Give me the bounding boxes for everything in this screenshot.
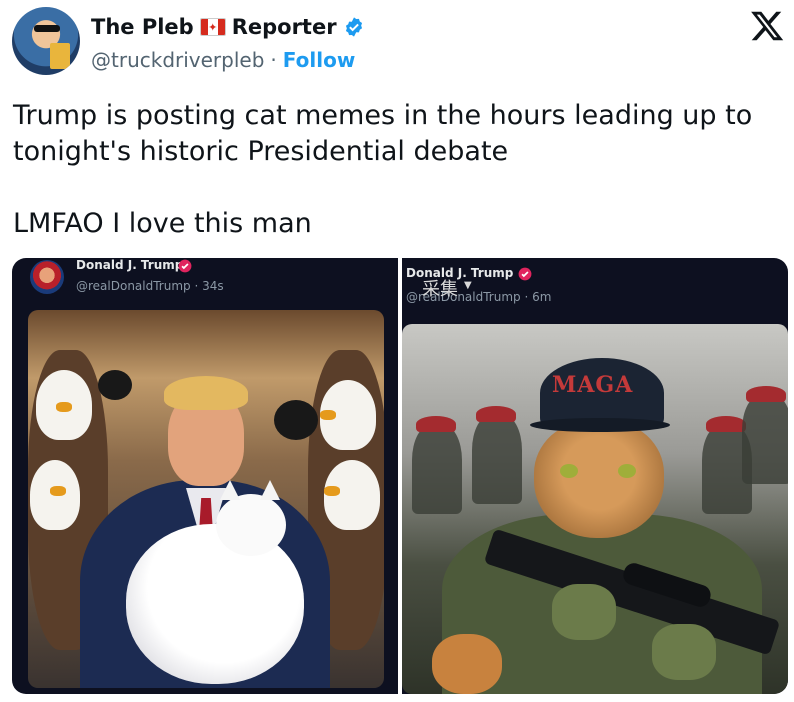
embedded-post-header-right: Donald J. Trump @realDonaldTrump · 6m 采集… [402,258,788,308]
pink-verified-icon [518,267,532,281]
tweet-media-grid[interactable]: Donald J. Trump @realDonaldTrump · 34s D… [12,258,788,694]
tweet-text: Trump is posting cat memes in the hours … [13,100,753,239]
author-badge-label[interactable]: Reporter [232,15,337,39]
pink-verified-icon [178,259,192,273]
tweet-header: The Pleb ✦ Reporter @truckdriverpleb · F… [0,0,794,90]
avatar-sunglasses [34,25,60,32]
author-handle[interactable]: @truckdriverpleb [91,48,264,72]
trump-cat-photo [28,310,384,688]
maga-cap-text: MAGA [552,372,634,398]
embedded-post-header-left: Donald J. Trump @realDonaldTrump · 34s [12,258,398,308]
maga-cat-photo: MAGA [402,324,788,694]
x-logo-icon[interactable] [748,8,786,44]
media-left[interactable]: Donald J. Trump @realDonaldTrump · 34s [12,258,398,694]
embedded-name-left: Donald J. Trump [76,258,184,272]
canada-flag-icon: ✦ [199,18,226,36]
embedded-avatar-left [30,260,64,294]
chevron-down-icon: ▼ [464,280,472,291]
media-right[interactable]: Donald J. Trump @realDonaldTrump · 6m 采集… [402,258,788,694]
verified-badge-icon [345,17,362,37]
author-handle-row: @truckdriverpleb · Follow [91,46,355,74]
separator-dot: · [270,48,277,72]
watermark-text: 采集 [422,279,458,300]
author-display-name[interactable]: The Pleb [91,15,194,39]
embedded-handle-left: @realDonaldTrump · 34s [76,279,224,293]
author-avatar[interactable] [12,7,80,75]
follow-button[interactable]: Follow [283,48,356,72]
author-name-row: The Pleb ✦ Reporter [91,12,365,42]
avatar-card [50,43,70,69]
